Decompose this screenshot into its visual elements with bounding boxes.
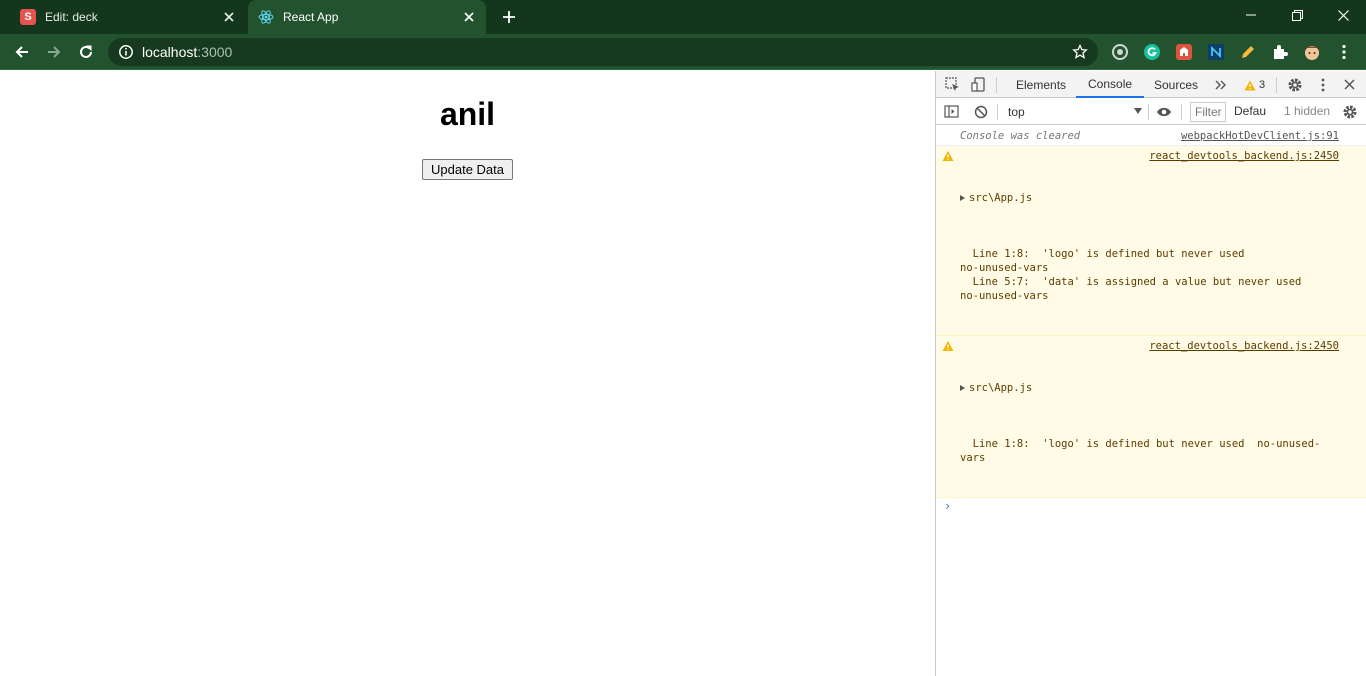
divider (996, 77, 997, 93)
close-tab-icon[interactable] (220, 8, 238, 26)
page-heading: anil (439, 96, 496, 132)
devtools-menu-icon[interactable] (1314, 76, 1331, 93)
new-tab-button[interactable] (498, 6, 520, 28)
prompt-chevron-icon: › (944, 499, 952, 513)
url-text: localhost:3000 (142, 44, 232, 60)
restore-icon[interactable] (1274, 0, 1320, 30)
warning-icon (942, 151, 954, 161)
console-output: Console was cleared webpackHotDevClient.… (936, 126, 1366, 516)
source-link[interactable]: react_devtools_backend.js:2450 (1149, 149, 1339, 163)
extensions-puzzle-icon[interactable] (1270, 42, 1290, 62)
context-selector[interactable]: top (1002, 102, 1142, 122)
grammarly-icon[interactable] (1142, 42, 1162, 62)
warning-detail: Line 1:8: 'logo' is defined but never us… (960, 248, 1302, 302)
address-bar[interactable]: localhost:3000 (108, 38, 1098, 66)
close-devtools-icon[interactable] (1341, 76, 1358, 93)
message-text: Console was cleared (960, 130, 1081, 142)
warning-file: src\App.js (969, 382, 1033, 394)
url-host: localhost (142, 44, 198, 60)
devtools-panel: Elements Console Sources 3 top Filter De… (935, 71, 1366, 676)
browser-menu-icon[interactable] (1334, 42, 1354, 62)
expand-triangle-icon (960, 385, 965, 391)
clear-console-icon[interactable] (972, 103, 989, 120)
tab-favicon: S (20, 9, 36, 25)
warning-header[interactable]: src\App.js (960, 381, 1339, 395)
console-prompt[interactable]: › (936, 498, 1366, 516)
console-warning: src\App.js react_devtools_backend.js:245… (936, 146, 1366, 336)
url-port: :3000 (197, 44, 233, 60)
live-expression-eye-icon[interactable] (1155, 103, 1172, 120)
close-window-icon[interactable] (1320, 0, 1366, 30)
reload-icon[interactable] (74, 40, 98, 64)
warning-count-badge[interactable]: 3 (1244, 77, 1265, 93)
warning-count: 3 (1259, 79, 1266, 91)
source-link[interactable]: webpackHotDevClient.js:91 (1181, 130, 1339, 142)
console-message: Console was cleared webpackHotDevClient.… (936, 126, 1366, 146)
extension-red-icon[interactable] (1174, 42, 1194, 62)
close-tab-icon[interactable] (460, 8, 478, 26)
devtools-tab-bar: Elements Console Sources 3 (936, 71, 1366, 98)
settings-gear-icon[interactable] (1286, 76, 1303, 93)
forward-arrow-icon[interactable] (42, 40, 66, 64)
pencil-icon[interactable] (1238, 42, 1258, 62)
hidden-count: 1 hidden (1284, 104, 1331, 118)
expand-triangle-icon (960, 195, 965, 201)
log-levels-dropdown[interactable]: Defau (1234, 104, 1266, 118)
divider (1276, 77, 1277, 93)
extension-circle-icon[interactable] (1110, 42, 1130, 62)
devtools-tab-sources[interactable]: Sources (1154, 71, 1198, 98)
console-warning: src\App.js react_devtools_backend.js:245… (936, 336, 1366, 498)
bookmark-star-icon[interactable] (1072, 44, 1088, 60)
profile-avatar[interactable] (1302, 42, 1322, 62)
device-toolbar-icon[interactable] (970, 76, 987, 93)
tab-react-app[interactable]: React App (248, 0, 486, 34)
divider (1148, 104, 1149, 120)
tab-strip: S Edit: deck React App (0, 0, 1366, 34)
chevron-down-icon (1134, 108, 1142, 114)
page-viewport: anil Update Data (0, 71, 935, 676)
source-link[interactable]: react_devtools_backend.js:2450 (1149, 339, 1339, 353)
warning-file: src\App.js (969, 192, 1033, 204)
console-filter-input[interactable]: Filter (1190, 102, 1226, 122)
tab-title: React App (283, 10, 339, 24)
more-tabs-icon[interactable] (1212, 76, 1229, 93)
warning-icon (1244, 80, 1256, 90)
site-info-icon[interactable] (118, 44, 134, 60)
react-logo-icon (258, 9, 274, 25)
browser-toolbar: localhost:3000 (0, 34, 1366, 70)
devtools-tab-elements[interactable]: Elements (1016, 71, 1066, 98)
divider (997, 104, 998, 120)
context-value: top (1008, 105, 1025, 119)
warning-detail: Line 1:8: 'logo' is defined but never us… (960, 438, 1321, 464)
minimize-icon[interactable] (1228, 0, 1274, 30)
divider (1181, 104, 1182, 120)
tab-title: Edit: deck (45, 10, 98, 24)
console-filter-bar: top Filter Defau 1 hidden (936, 99, 1366, 125)
update-data-button[interactable]: Update Data (422, 159, 513, 180)
inspect-element-icon[interactable] (944, 76, 961, 93)
tab-edit-deck[interactable]: S Edit: deck (10, 0, 246, 34)
sidebar-toggle-icon[interactable] (943, 103, 960, 120)
console-settings-gear-icon[interactable] (1341, 103, 1358, 120)
warning-header[interactable]: src\App.js (960, 191, 1339, 205)
back-arrow-icon[interactable] (10, 40, 34, 64)
warning-icon (942, 341, 954, 351)
devtools-tab-console[interactable]: Console (1076, 71, 1145, 98)
extension-n-icon[interactable] (1206, 42, 1226, 62)
